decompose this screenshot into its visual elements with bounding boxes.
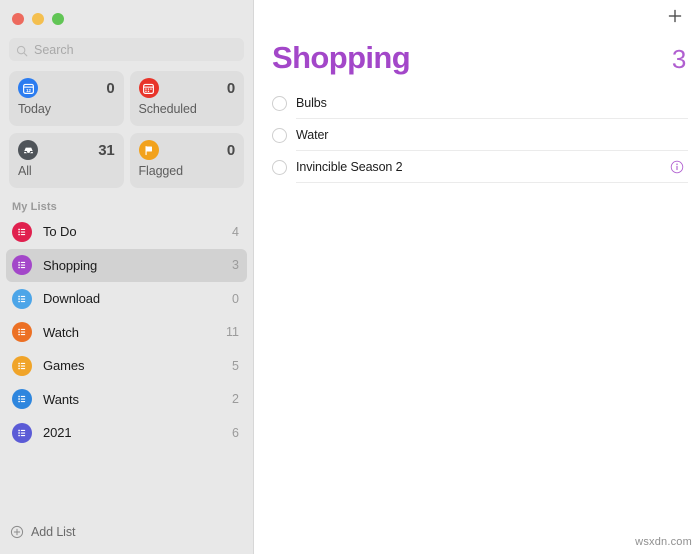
smart-list-today-label: Today: [18, 102, 115, 116]
plus-circle-icon: [10, 525, 24, 539]
maximize-button[interactable]: [52, 13, 64, 25]
sidebar-item-count: 2: [232, 392, 239, 406]
calendar-today-icon: 12: [18, 78, 38, 98]
sidebar-item-to-do[interactable]: To Do 4: [6, 215, 247, 249]
reminder-body: Invincible Season 2: [296, 151, 688, 183]
smart-list-all-count: 31: [98, 142, 114, 159]
my-lists-header: My Lists: [12, 201, 253, 213]
smart-list-today-count: 0: [106, 80, 114, 97]
list-icon: [12, 423, 32, 443]
smart-list-scheduled-count: 0: [227, 80, 235, 97]
reminder-checkbox[interactable]: [272, 128, 287, 143]
sidebar-item-shopping[interactable]: Shopping 3: [6, 249, 247, 283]
sidebar-item-label: Watch: [43, 325, 226, 340]
smart-list-today[interactable]: 12 0 Today: [9, 71, 124, 126]
sidebar-item-label: To Do: [43, 224, 232, 239]
sidebar-item-count: 0: [232, 292, 239, 306]
reminder-checkbox[interactable]: [272, 160, 287, 175]
sidebar: 12 0 Today: [0, 0, 254, 554]
smart-list-all-label: All: [18, 164, 115, 178]
sidebar-item-count: 4: [232, 225, 239, 239]
reminders-window: 12 0 Today: [0, 0, 700, 554]
sidebar-item-2021[interactable]: 2021 6: [6, 416, 247, 450]
sidebar-item-count: 6: [232, 426, 239, 440]
list-icon: [12, 389, 32, 409]
smart-list-scheduled-label: Scheduled: [139, 102, 236, 116]
smart-list-today-top: 12 0: [18, 78, 115, 98]
sidebar-item-label: Download: [43, 291, 232, 306]
flag-icon: [139, 140, 159, 160]
reminder-body: Water: [296, 119, 688, 151]
reminder-row[interactable]: Water: [254, 119, 700, 151]
smart-list-flagged-label: Flagged: [139, 164, 236, 178]
calendar-icon: [139, 78, 159, 98]
list-icon: [12, 255, 32, 275]
smart-list-all[interactable]: 31 All: [9, 133, 124, 188]
smart-list-all-top: 31: [18, 140, 115, 160]
reminders-list: Bulbs Water Invincible Season 2: [254, 87, 700, 183]
smart-list-flagged-count: 0: [227, 142, 235, 159]
my-lists: To Do 4 Shopping 3 Download 0: [0, 215, 253, 450]
sidebar-item-count: 5: [232, 359, 239, 373]
add-reminder-button[interactable]: [664, 7, 686, 29]
reminder-checkbox[interactable]: [272, 96, 287, 111]
list-icon: [12, 322, 32, 342]
sidebar-item-count: 11: [226, 325, 239, 339]
reminder-title: Invincible Season 2: [296, 160, 403, 174]
list-icon: [12, 289, 32, 309]
sidebar-item-games[interactable]: Games 5: [6, 349, 247, 383]
plus-icon: [666, 7, 684, 30]
smart-lists-grid: 12 0 Today: [0, 71, 253, 188]
sidebar-item-label: Wants: [43, 392, 232, 407]
search-icon: [16, 44, 28, 56]
reminder-title: Water: [296, 128, 328, 142]
smart-list-scheduled[interactable]: 0 Scheduled: [130, 71, 245, 126]
reminder-row[interactable]: Bulbs: [254, 87, 700, 119]
info-icon[interactable]: [670, 160, 684, 174]
list-icon: [12, 222, 32, 242]
sidebar-item-label: 2021: [43, 425, 232, 440]
window-controls: [0, 0, 253, 38]
smart-list-flagged[interactable]: 0 Flagged: [130, 133, 245, 188]
list-count: 3: [672, 44, 686, 75]
content-toolbar: [254, 0, 700, 36]
smart-list-flagged-top: 0: [139, 140, 236, 160]
list-header: Shopping 3: [254, 40, 700, 76]
reminder-body: Bulbs: [296, 87, 688, 119]
sidebar-item-download[interactable]: Download 0: [6, 282, 247, 316]
add-list-button[interactable]: Add List: [0, 510, 253, 554]
minimize-button[interactable]: [32, 13, 44, 25]
watermark: wsxdn.com: [635, 536, 692, 548]
page-title: Shopping: [272, 40, 410, 76]
reminder-title: Bulbs: [296, 96, 327, 110]
search-input[interactable]: [34, 43, 237, 57]
search-box[interactable]: [9, 38, 244, 61]
sidebar-item-count: 3: [232, 258, 239, 272]
content-pane: Shopping 3 Bulbs Water Invincible Season…: [254, 0, 700, 554]
search-container: [0, 38, 253, 71]
svg-text:12: 12: [26, 88, 31, 93]
reminder-row[interactable]: Invincible Season 2: [254, 151, 700, 183]
list-icon: [12, 356, 32, 376]
smart-list-scheduled-top: 0: [139, 78, 236, 98]
sidebar-item-label: Games: [43, 358, 232, 373]
inbox-icon: [18, 140, 38, 160]
sidebar-item-wants[interactable]: Wants 2: [6, 383, 247, 417]
close-button[interactable]: [12, 13, 24, 25]
add-list-label: Add List: [31, 525, 75, 539]
sidebar-item-label: Shopping: [43, 258, 232, 273]
sidebar-item-watch[interactable]: Watch 11: [6, 316, 247, 350]
